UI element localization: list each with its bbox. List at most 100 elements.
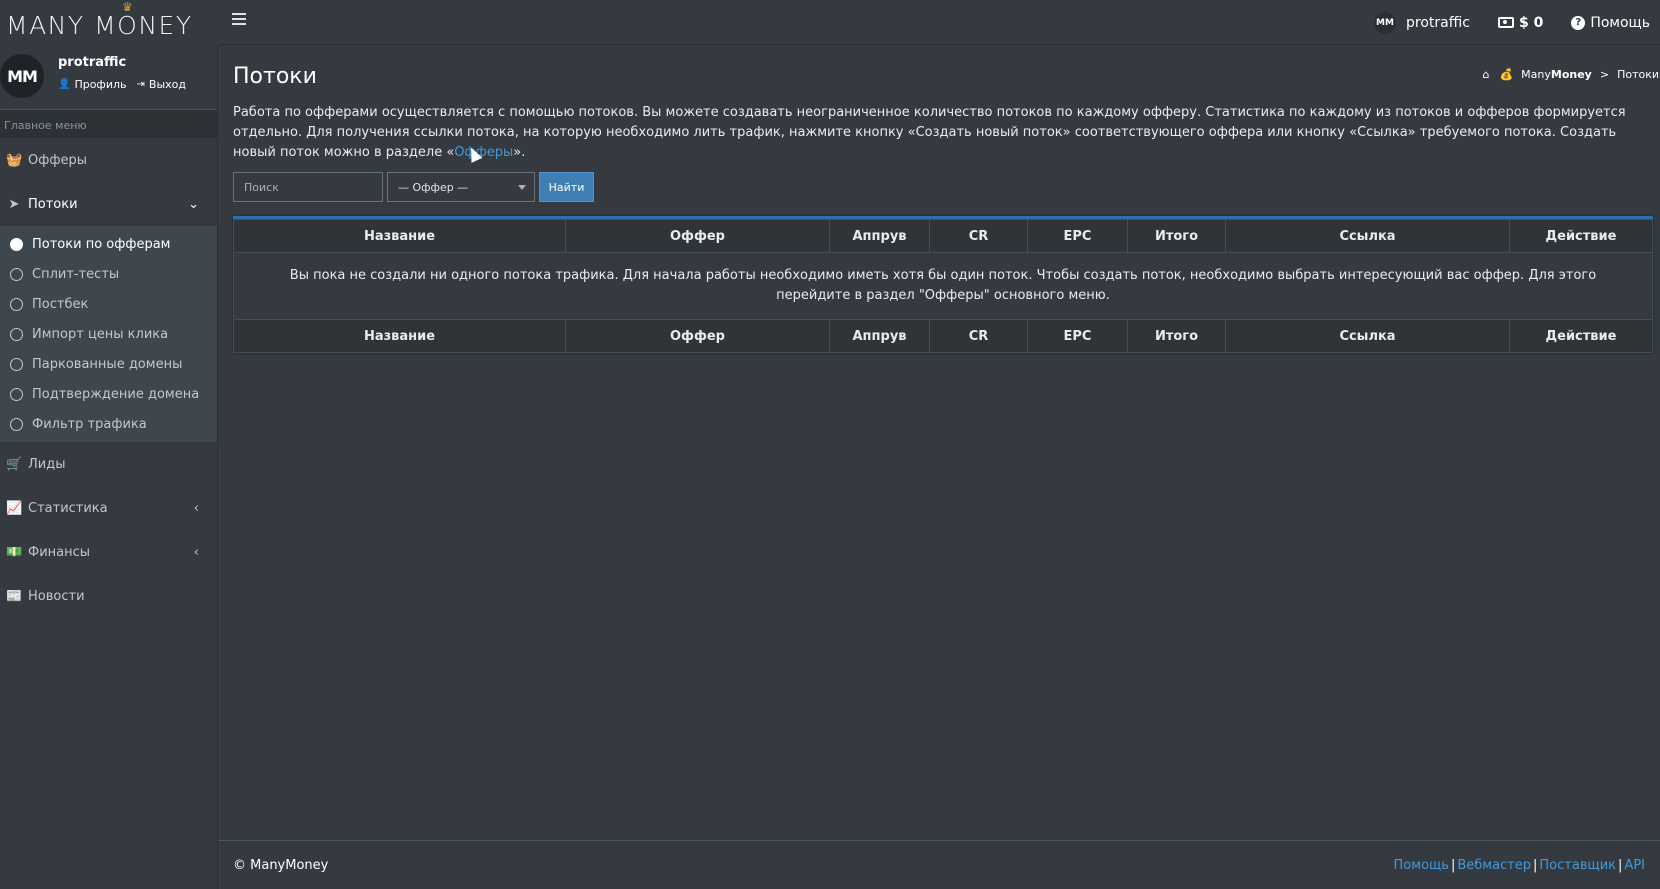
column-footer-offer: Оффер [565, 319, 830, 353]
column-header-cr[interactable]: CR [929, 219, 1028, 253]
sidebar-username: protraffic [58, 55, 127, 70]
breadcrumb: ⌂ 💰 ManyMoney > Потоки [1482, 68, 1659, 81]
sidebar-item-label: Финансы [28, 544, 91, 560]
brand-logo[interactable]: ♛ MANY MONEY [0, 0, 218, 45]
column-footer-total: Итого [1127, 319, 1226, 353]
home-icon[interactable]: ⌂ [1482, 68, 1489, 81]
column-header-approve[interactable]: Аппрув [829, 219, 930, 253]
column-header-action[interactable]: Действие [1509, 219, 1653, 253]
empty-table-message: Вы пока не создали ни одного потока траф… [233, 252, 1653, 320]
column-footer-name: Название [233, 319, 566, 353]
sidebar-subitem-traffic-filter[interactable]: Фильтр трафика [0, 409, 217, 439]
logout-link[interactable]: ⇥ Выход [137, 78, 186, 91]
sidebar-item-statistics[interactable]: 📈 Статистика ‹ [0, 486, 217, 530]
sidebar-subitem-streams-by-offers[interactable]: Потоки по офферам [0, 229, 217, 259]
footer-link-supplier[interactable]: Поставщик [1539, 858, 1616, 873]
circle-icon [10, 267, 23, 281]
sidebar-subitem-split-tests[interactable]: Сплит-тесты [0, 259, 217, 289]
column-footer-approve: Аппрув [829, 319, 930, 353]
breadcrumb-brand[interactable]: ManyMoney [1521, 68, 1592, 81]
sidebar-subitem-parked-domains[interactable]: Паркованные домены [0, 349, 217, 379]
logout-label: Выход [148, 78, 186, 91]
sidebar-item-offers[interactable]: 🧺 Офферы [0, 138, 217, 182]
user-icon: 👤 [58, 79, 71, 90]
help-label: Помощь [1590, 14, 1650, 31]
search-input[interactable]: Поиск [233, 172, 383, 202]
sidebar-item-label: Сплит-тесты [32, 266, 120, 282]
footer-link-api[interactable]: API [1624, 858, 1645, 873]
sidebar-item-label: Импорт цены клика [32, 326, 169, 342]
column-header-name[interactable]: Название [233, 219, 566, 253]
footer-link-help[interactable]: Помощь [1394, 858, 1449, 873]
paper-plane-icon: ➤ [8, 196, 20, 212]
menu-toggle-icon[interactable] [232, 12, 246, 26]
circle-icon [10, 327, 23, 341]
chevron-down-icon: ⌄ [188, 196, 199, 212]
column-footer-link: Ссылка [1225, 319, 1510, 353]
money-bill-icon [1497, 17, 1514, 28]
find-button[interactable]: Найти [539, 172, 594, 202]
column-footer-cr: CR [929, 319, 1028, 353]
circle-icon [10, 417, 23, 431]
sidebar-item-label: Офферы [28, 152, 87, 168]
sidebar-item-label: Потоки по офферам [32, 236, 171, 252]
sidebar-item-streams[interactable]: ➤ Потоки ⌄ [0, 182, 217, 226]
page-footer: © ManyMoney Помощь | Вебмастер | Поставщик | A… [218, 840, 1660, 889]
sidebar-item-leads[interactable]: 🛒 Лиды [0, 442, 217, 486]
money-bag-icon: 💰 [1499, 67, 1514, 81]
cart-icon: 🛒 [6, 456, 23, 472]
sidebar: MM protraffic 👤 Профиль ⇥ Выход Главное … [0, 45, 218, 889]
offers-link[interactable]: Офферы [454, 145, 513, 160]
sidebar-subitem-domain-verification[interactable]: Подтверждение домена [0, 379, 217, 409]
brand-logo-text: MANY MONEY [6, 10, 193, 40]
sidebar-item-label: Постбек [32, 296, 89, 312]
footer-links: Помощь | Вебмастер | Поставщик | API [1393, 857, 1645, 873]
sidebar-subitem-click-price-import[interactable]: Импорт цены клика [0, 319, 217, 349]
sidebar-item-finance[interactable]: 💵 Финансы ‹ [0, 530, 217, 574]
profile-link[interactable]: 👤 Профиль [58, 78, 127, 91]
offer-select[interactable]: — Оффер — [387, 172, 535, 202]
offer-select-value: — Оффер — [398, 180, 469, 194]
sidebar-item-news[interactable]: 📰 Новости [0, 574, 217, 618]
chevron-left-icon: ‹ [193, 544, 199, 560]
column-header-link[interactable]: Ссылка [1225, 219, 1510, 253]
money-icon: 💵 [6, 544, 23, 560]
sidebar-item-label: Паркованные домены [32, 356, 183, 372]
username-label: protraffic [1406, 14, 1470, 31]
filter-bar: Поиск — Оффер — Найти [233, 172, 1645, 202]
column-header-epc[interactable]: EPC [1027, 219, 1128, 253]
streams-table: Название Оффер Аппрув CR EPC Итого Ссылк… [233, 219, 1653, 353]
circle-icon [10, 237, 23, 251]
sign-out-icon: ⇥ [136, 79, 145, 90]
column-footer-epc: EPC [1027, 319, 1128, 353]
sidebar-item-label: Статистика [28, 500, 108, 516]
sidebar-item-label: Потоки [28, 196, 78, 212]
balance-value: $ 0 [1518, 14, 1544, 31]
basket-icon: 🧺 [6, 152, 23, 168]
top-navbar: ♛ MANY MONEY MM protraffic $ 0 ? Помощь [0, 0, 1660, 45]
footer-copyright: © ManyMoney [233, 857, 329, 873]
breadcrumb-current: Потоки [1617, 67, 1659, 81]
sidebar-subitem-postback[interactable]: Постбек [0, 289, 217, 319]
newspaper-icon: 📰 [6, 588, 23, 604]
user-menu[interactable]: MM protraffic [1374, 11, 1470, 34]
circle-icon [10, 357, 23, 371]
streams-submenu: Потоки по офферам Сплит-тесты Постбек Им… [0, 226, 217, 442]
balance-display[interactable]: $ 0 [1497, 14, 1544, 31]
sidebar-item-label: Фильтр трафика [32, 416, 147, 432]
question-circle-icon: ? [1571, 15, 1586, 30]
table-row: Вы пока не создали ни одного потока траф… [233, 252, 1653, 320]
column-header-total[interactable]: Итого [1127, 219, 1226, 253]
chevron-left-icon: ‹ [193, 500, 199, 516]
column-footer-action: Действие [1509, 319, 1653, 353]
profile-label: Профиль [74, 78, 127, 91]
footer-link-webmaster[interactable]: Вебмастер [1457, 858, 1531, 873]
caret-down-icon [518, 185, 526, 190]
main-content: Потоки ⌂ 💰 ManyMoney > Потоки Работа по … [218, 45, 1660, 840]
help-link[interactable]: ? Помощь [1571, 15, 1650, 31]
avatar: MM [1374, 11, 1396, 34]
nav-header: Главное меню [0, 110, 217, 138]
crown-icon: ♛ [122, 0, 133, 14]
streams-table-card: Название Оффер Аппрув CR EPC Итого Ссылк… [233, 216, 1653, 353]
column-header-offer[interactable]: Оффер [565, 219, 830, 253]
